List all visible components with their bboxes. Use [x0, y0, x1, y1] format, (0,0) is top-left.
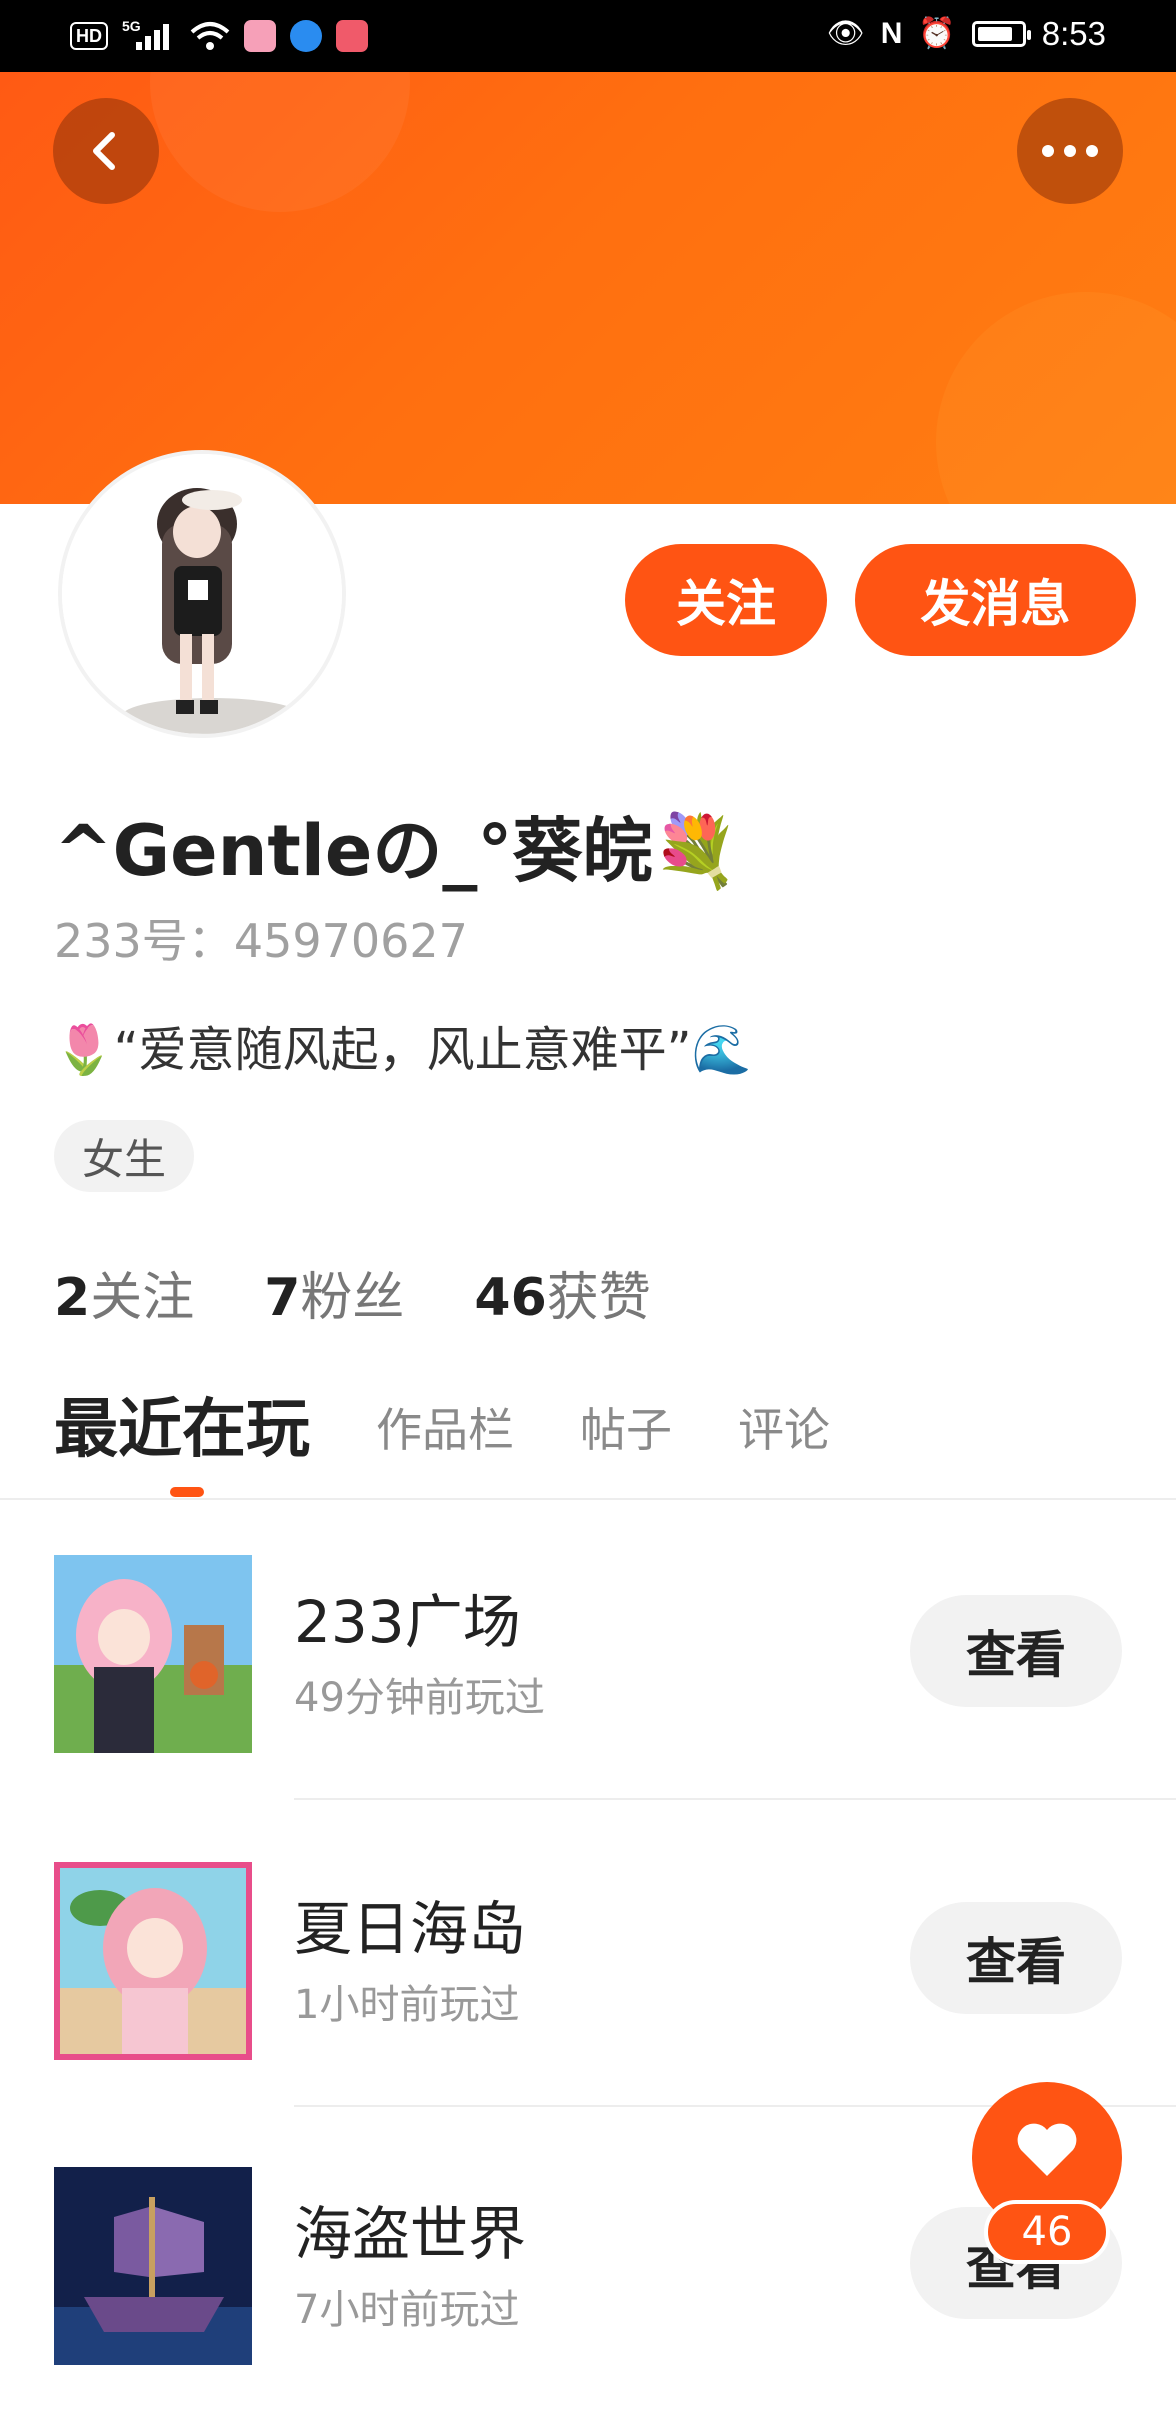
likes-count: 46	[474, 1268, 547, 1328]
heart-icon	[1017, 2123, 1077, 2176]
follow-button[interactable]: 关注	[625, 544, 827, 656]
game-title: 海盗世界	[294, 2200, 527, 2268]
list-item[interactable]: 夏日海岛 1小时前玩过 查看	[0, 1807, 1176, 2107]
profile-stats: 2关注 7粉丝 46获赞	[54, 1255, 651, 1330]
wifi-icon	[190, 20, 230, 52]
game-thumbnail	[54, 1555, 252, 1753]
tab-recently-played[interactable]: 最近在玩	[54, 1390, 310, 1470]
game-thumbnail	[54, 1862, 252, 2060]
avatar[interactable]	[58, 450, 346, 738]
more-dots-icon	[1042, 145, 1098, 157]
game-title: 夏日海岛	[294, 1895, 527, 1963]
nfc-icon: N	[880, 17, 903, 50]
eye-icon: 👁	[826, 17, 865, 50]
back-arrow-icon	[93, 132, 115, 170]
following-label: 关注	[90, 1268, 195, 1328]
status-bar: HD 5G 👁 N ⏰ 8:53	[0, 0, 1176, 72]
send-message-button[interactable]: 发消息	[855, 544, 1136, 656]
browser-app-icon	[290, 20, 322, 52]
game-thumbnail	[54, 2167, 252, 2365]
following-count: 2	[54, 1268, 91, 1328]
view-button[interactable]: 查看	[910, 1902, 1122, 2014]
profile-tabs: 最近在玩 作品栏 帖子 评论	[54, 1390, 896, 1470]
view-button[interactable]: 查看	[910, 1595, 1122, 1707]
status-right: 👁 N ⏰ 8:53	[827, 14, 1106, 54]
list-item[interactable]: 233广场 49分钟前玩过 查看	[0, 1500, 1176, 1800]
status-left: HD 5G	[70, 18, 368, 54]
tab-works[interactable]: 作品栏	[376, 1390, 514, 1470]
game-last-played: 49分钟前玩过	[294, 1675, 545, 1721]
following-stat[interactable]: 2关注	[54, 1255, 194, 1330]
avatar-image	[62, 454, 342, 734]
fans-stat[interactable]: 7粉丝	[264, 1255, 404, 1330]
likes-label: 获赞	[546, 1268, 651, 1328]
cellular-signal-icon: 5G	[122, 18, 176, 54]
bilibili-app-icon	[244, 20, 276, 52]
alarm-icon: ⏰	[918, 17, 956, 50]
tab-posts[interactable]: 帖子	[580, 1390, 672, 1470]
profile-banner	[0, 72, 1176, 504]
hd-indicator: HD	[70, 22, 108, 50]
tab-comments[interactable]: 评论	[738, 1390, 830, 1470]
user-id: 233号：45970627	[54, 905, 468, 971]
more-button[interactable]	[1017, 98, 1123, 204]
fans-label: 粉丝	[300, 1268, 405, 1328]
status-time: 8:53	[1041, 15, 1106, 52]
row-divider	[294, 1798, 1176, 1800]
banner-decoration	[150, 72, 410, 212]
back-button[interactable]	[53, 98, 159, 204]
bio: 🌷“爱意随风起，风止意难平”🌊	[54, 1022, 752, 1078]
gender-tag: 女生	[54, 1120, 195, 1192]
banner-decoration	[936, 292, 1176, 504]
like-count-badge: 46	[984, 2200, 1110, 2264]
user-id-value: 45970627	[233, 914, 468, 968]
likes-stat[interactable]: 46获赞	[474, 1255, 650, 1330]
game-last-played: 1小时前玩过	[294, 1982, 520, 2028]
battery-icon	[971, 21, 1031, 47]
user-id-label: 233号：	[54, 914, 234, 968]
username: ^Gentleの_°葵皖💐	[54, 810, 740, 892]
reader-app-icon	[336, 20, 368, 52]
game-title: 233广场	[294, 1588, 521, 1656]
tab-active-indicator	[170, 1487, 204, 1497]
fans-count: 7	[264, 1268, 301, 1328]
game-last-played: 7小时前玩过	[294, 2287, 520, 2333]
